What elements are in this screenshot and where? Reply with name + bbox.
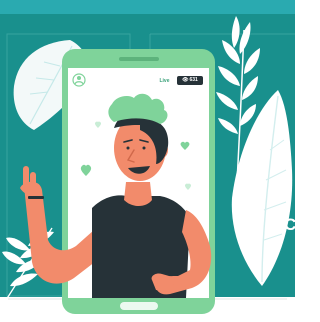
scene-svg (0, 0, 295, 322)
phone-home-button (120, 302, 158, 310)
neck (124, 182, 152, 206)
eye-icon: 👁 (182, 77, 189, 83)
top-band (0, 0, 295, 14)
illustration: Live 👁 631 C (0, 0, 295, 322)
bracelet (28, 196, 44, 199)
live-badge: Live (156, 76, 173, 85)
phone-speaker (119, 57, 159, 61)
viewer-count: 631 (189, 77, 198, 83)
edge-text-fragment: C (284, 215, 295, 234)
viewer-count-badge: 👁 631 (177, 76, 203, 85)
